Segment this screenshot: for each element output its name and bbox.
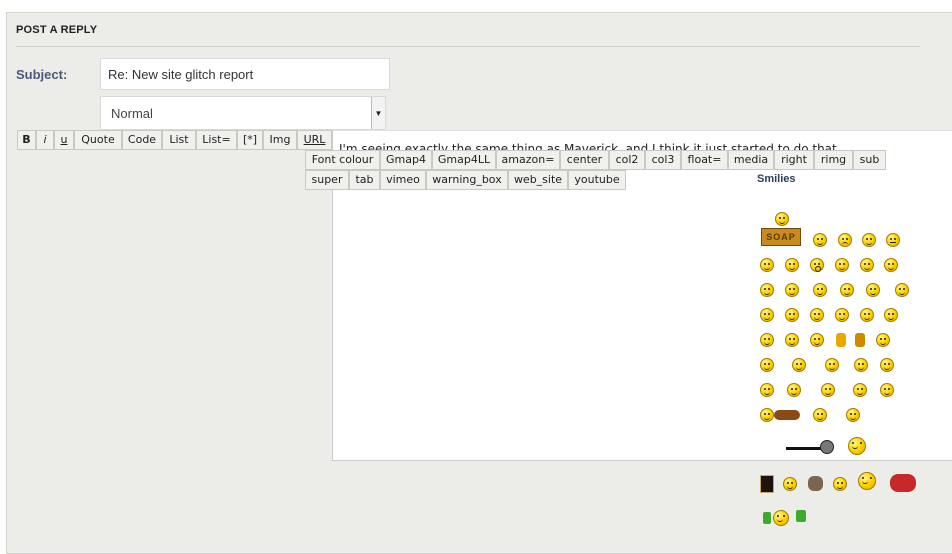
- waving-icon[interactable]: [813, 408, 827, 422]
- smile-small-icon[interactable]: [783, 477, 797, 491]
- violin-icon[interactable]: [774, 410, 800, 420]
- youtube-button[interactable]: youtube: [568, 170, 626, 190]
- chevron-down-icon[interactable]: ▼: [371, 97, 385, 129]
- bottle-left-icon[interactable]: [763, 512, 771, 524]
- float-button[interactable]: float=: [681, 150, 728, 170]
- italic-button[interactable]: i: [36, 130, 54, 150]
- angry-icon[interactable]: [835, 258, 849, 272]
- quote-button[interactable]: Quote: [74, 130, 122, 150]
- smile-icon[interactable]: [813, 233, 827, 247]
- cheers-icon[interactable]: [773, 510, 789, 526]
- panel-title: POST A REPLY: [16, 24, 98, 36]
- dizzy-icon[interactable]: [785, 308, 799, 322]
- bottle-right-icon[interactable]: [796, 510, 806, 522]
- gun-icon[interactable]: [786, 447, 822, 450]
- subject-label: Subject:: [16, 67, 68, 82]
- shocked-icon[interactable]: [866, 283, 880, 297]
- gmap4-button[interactable]: Gmap4: [380, 150, 432, 170]
- grin-icon[interactable]: [760, 258, 774, 272]
- sweat-icon[interactable]: [810, 308, 824, 322]
- right-button[interactable]: right: [774, 150, 814, 170]
- amazon-button[interactable]: amazon=: [496, 150, 560, 170]
- content-icon[interactable]: [833, 477, 847, 491]
- nervous-icon[interactable]: [854, 358, 868, 372]
- thinking-icon[interactable]: [825, 358, 839, 372]
- tab-button[interactable]: tab: [349, 170, 380, 190]
- jumping-icon[interactable]: [848, 437, 866, 455]
- col2-button[interactable]: col2: [609, 150, 645, 170]
- rimg-button[interactable]: rimg: [814, 150, 853, 170]
- img-button[interactable]: Img: [263, 130, 297, 150]
- vimeo-button[interactable]: vimeo: [380, 170, 426, 190]
- soap-box-icon[interactable]: SOAP: [761, 228, 801, 246]
- scared-icon[interactable]: [760, 358, 774, 372]
- confused-alt-icon[interactable]: [760, 383, 774, 397]
- sad-icon[interactable]: [838, 233, 852, 247]
- pointing-icon[interactable]: [792, 358, 806, 372]
- list-equals-button[interactable]: List=: [196, 130, 237, 150]
- divider: [16, 46, 920, 47]
- wink-icon[interactable]: [862, 233, 876, 247]
- bold-button[interactable]: B: [17, 130, 36, 150]
- url-button[interactable]: URL: [297, 130, 332, 150]
- subject-input[interactable]: [100, 58, 390, 90]
- font-size-select[interactable]: Normal ▼: [100, 96, 386, 130]
- center-button[interactable]: center: [560, 150, 609, 170]
- web-site-button[interactable]: web_site: [508, 170, 568, 190]
- violin-smiley-icon[interactable]: [760, 408, 774, 422]
- sub-button[interactable]: sub: [853, 150, 886, 170]
- confused-icon[interactable]: [785, 283, 799, 297]
- happy-icon[interactable]: [860, 258, 874, 272]
- crying-icon[interactable]: [813, 283, 827, 297]
- rolleyes-icon[interactable]: [895, 283, 909, 297]
- devil-icon[interactable]: [890, 474, 916, 492]
- mad-icon[interactable]: [840, 283, 854, 297]
- beer-icon[interactable]: [760, 475, 774, 493]
- list-item-button[interactable]: [*]: [237, 130, 263, 150]
- smile-alt-icon[interactable]: [884, 308, 898, 322]
- blush-icon[interactable]: [860, 308, 874, 322]
- cool-icon[interactable]: [884, 258, 898, 272]
- neutral-icon[interactable]: [886, 233, 900, 247]
- media-button[interactable]: media: [728, 150, 774, 170]
- font-colour-button[interactable]: Font colour: [305, 150, 380, 170]
- smirk-icon[interactable]: [853, 383, 867, 397]
- facepalm-icon[interactable]: [880, 358, 894, 372]
- bear-icon[interactable]: [808, 476, 823, 491]
- code-button[interactable]: Code: [122, 130, 162, 150]
- warning-box-button[interactable]: warning_box: [426, 170, 508, 190]
- evil-grin-icon[interactable]: [835, 308, 849, 322]
- laugh-icon[interactable]: [760, 283, 774, 297]
- sleepy-icon[interactable]: [760, 333, 774, 347]
- thumbs-up-icon[interactable]: [836, 333, 846, 347]
- thumbs-down-icon[interactable]: [855, 333, 865, 347]
- col3-button[interactable]: col3: [645, 150, 681, 170]
- whistle-icon[interactable]: [821, 383, 835, 397]
- super-button[interactable]: super: [305, 170, 349, 190]
- banging-icon[interactable]: [787, 383, 801, 397]
- list-button[interactable]: List: [162, 130, 196, 150]
- unsure-icon[interactable]: [785, 333, 799, 347]
- clap-icon[interactable]: [846, 408, 860, 422]
- tongue-icon[interactable]: [785, 258, 799, 272]
- surprised-icon[interactable]: [810, 258, 824, 272]
- gun-smiley-icon[interactable]: [820, 440, 834, 454]
- hug-icon[interactable]: [880, 383, 894, 397]
- font-size-select-value: Normal: [111, 106, 153, 121]
- smilies-title: Smilies: [757, 173, 796, 185]
- eek-icon[interactable]: [760, 308, 774, 322]
- gmap4ll-button[interactable]: Gmap4LL: [432, 150, 496, 170]
- hmm-icon[interactable]: [876, 333, 890, 347]
- guitar-smiley-icon[interactable]: [858, 472, 876, 490]
- underline-button[interactable]: u: [54, 130, 74, 150]
- soap-box-smiley-icon[interactable]: [775, 212, 789, 226]
- kiss-icon[interactable]: [810, 333, 824, 347]
